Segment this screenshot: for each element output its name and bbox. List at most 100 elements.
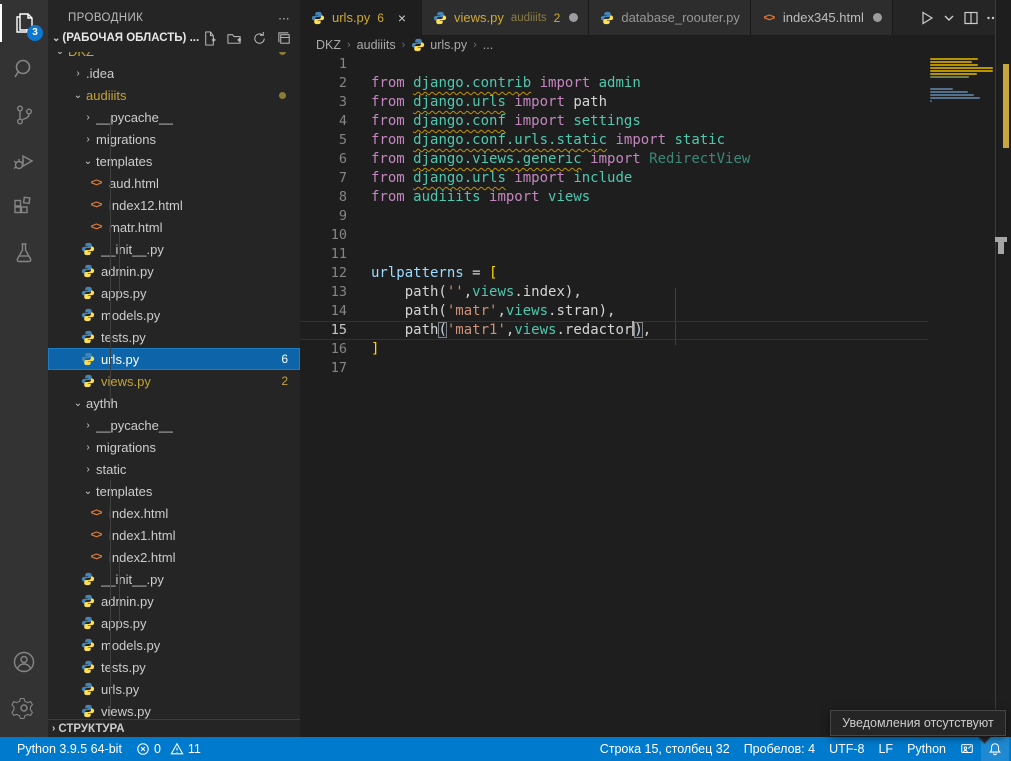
tree-item-label: templates — [96, 484, 152, 499]
breadcrumb[interactable]: DKZ›audiiits›urls.py›... — [300, 35, 1011, 55]
tree-item-label: tests.py — [101, 330, 146, 345]
cursor-position[interactable]: Строка 15, столбец 32 — [593, 737, 737, 761]
new-folder-icon[interactable] — [227, 31, 242, 46]
tree-folder-templates[interactable]: ⌄templates — [48, 150, 300, 172]
tree-file-apps-py[interactable]: apps.py — [48, 612, 300, 634]
activity-run-debug-icon[interactable] — [0, 138, 48, 184]
code-line-14[interactable]: 14 path('matr',views.stran), — [300, 302, 928, 321]
tree-item-label: views.py — [101, 704, 151, 719]
error-icon — [136, 742, 150, 756]
collapse-all-icon[interactable] — [277, 31, 292, 46]
outline-label: СТРУКТУРА — [58, 723, 124, 735]
tree-folder-audiiits[interactable]: ⌄audiiits — [48, 84, 300, 106]
activity-search-icon[interactable] — [0, 46, 48, 92]
code-line-12[interactable]: 12urlpatterns = [ — [300, 264, 928, 283]
python-interpreter[interactable]: Python 3.9.5 64-bit — [10, 737, 129, 761]
code-line-2[interactable]: 2from django.contrib import admin — [300, 74, 928, 93]
eol-setting[interactable]: LF — [871, 737, 900, 761]
language-mode[interactable]: Python — [900, 737, 953, 761]
tree-item-label: index1.html — [109, 528, 175, 543]
tree-file-urls-py[interactable]: urls.py — [48, 678, 300, 700]
tree-file-admin-py[interactable]: admin.py — [48, 260, 300, 282]
tree-folder-aythh[interactable]: ⌄aythh — [48, 392, 300, 414]
tree-file-admin-py[interactable]: admin.py — [48, 590, 300, 612]
tree-file-models-py[interactable]: models.py — [48, 634, 300, 656]
indentation-setting[interactable]: Пробелов: 4 — [737, 737, 822, 761]
minimap[interactable] — [928, 55, 995, 737]
outline-section-header[interactable]: › СТРУКТУРА — [48, 719, 300, 737]
tab-index345-html[interactable]: <>index345.html — [751, 0, 893, 35]
problems-indicator[interactable]: 0 11 — [129, 737, 208, 761]
activity-explorer-icon[interactable]: 3 — [0, 0, 48, 46]
chevron-down-icon: ⌄ — [52, 52, 68, 57]
tab-views-py[interactable]: views.pyaudiiits2 — [422, 0, 589, 35]
code-line-1[interactable]: 1 — [300, 55, 928, 74]
code-line-5[interactable]: 5from django.conf.urls.static import sta… — [300, 131, 928, 150]
tree-file-index-html[interactable]: <>index.html — [48, 502, 300, 524]
breadcrumb-item[interactable]: DKZ — [316, 38, 341, 52]
tree-folder-static[interactable]: ›static — [48, 458, 300, 480]
tree-file-tests-py[interactable]: tests.py — [48, 656, 300, 678]
code-line-16[interactable]: 16] — [300, 340, 928, 359]
activity-account-icon[interactable] — [0, 639, 48, 685]
tree-folder--pycache-[interactable]: ›__pycache__ — [48, 106, 300, 128]
tree-file-views-py[interactable]: views.py — [48, 700, 300, 719]
workspace-section-header[interactable]: ⌄ (РАБОЧАЯ ОБЛАСТЬ) ... — [48, 30, 300, 46]
code-line-9[interactable]: 9 — [300, 207, 928, 226]
tab-database-roouter-py[interactable]: database_roouter.py — [589, 0, 751, 35]
line-number: 8 — [300, 188, 347, 207]
feedback-icon[interactable] — [953, 737, 981, 761]
code-line-17[interactable]: 17 — [300, 359, 928, 378]
tree-file-index12-html[interactable]: <>index12.html — [48, 194, 300, 216]
code-line-11[interactable]: 11 — [300, 245, 928, 264]
tree-file-apps-py[interactable]: apps.py — [48, 282, 300, 304]
tree-file-urls-py[interactable]: urls.py6 — [48, 348, 300, 370]
activity-source-control-icon[interactable] — [0, 92, 48, 138]
activity-testing-icon[interactable] — [0, 230, 48, 276]
tree-file--init-py[interactable]: __init__.py — [48, 238, 300, 260]
tab-urls-py[interactable]: urls.py6× — [300, 0, 422, 35]
tree-file-index2-html[interactable]: <>index2.html — [48, 546, 300, 568]
tree-folder-migrations[interactable]: ›migrations — [48, 436, 300, 458]
activity-settings-icon[interactable] — [0, 685, 48, 731]
code-line-6[interactable]: 6from django.views.generic import Redire… — [300, 150, 928, 169]
html-icon: <> — [91, 177, 102, 189]
close-icon[interactable]: × — [393, 10, 411, 26]
code-line-4[interactable]: 4from django.conf import settings — [300, 112, 928, 131]
breadcrumb-item[interactable]: ... — [483, 38, 493, 52]
tree-file-models-py[interactable]: models.py — [48, 304, 300, 326]
code-line-10[interactable]: 10 — [300, 226, 928, 245]
split-editor-icon[interactable] — [963, 10, 979, 26]
breadcrumb-item[interactable]: urls.py — [430, 38, 467, 52]
code-editor[interactable]: 12from django.contrib import admin3from … — [300, 55, 928, 737]
sidebar-more-icon[interactable]: ⋯ — [278, 11, 290, 25]
tree-item-label: __pycache__ — [96, 418, 173, 433]
tree-folder--idea[interactable]: ›.idea — [48, 62, 300, 84]
code-line-13[interactable]: 13 path('',views.index), — [300, 283, 928, 302]
code-line-3[interactable]: 3from django.urls import path — [300, 93, 928, 112]
tree-file-index1-html[interactable]: <>index1.html — [48, 524, 300, 546]
tree-file--init-py[interactable]: __init__.py — [48, 568, 300, 590]
chevron-down-icon: ⌄ — [70, 398, 86, 409]
tree-folder--pycache-[interactable]: ›__pycache__ — [48, 414, 300, 436]
workspace-label: (РАБОЧАЯ ОБЛАСТЬ) ... — [62, 32, 199, 44]
run-icon[interactable] — [919, 10, 935, 26]
activity-extensions-icon[interactable] — [0, 184, 48, 230]
run-dropdown-icon[interactable] — [941, 10, 957, 26]
tree-folder-dkz[interactable]: ⌄DKZ — [48, 52, 300, 62]
tree-file-aud-html[interactable]: <>aud.html — [48, 172, 300, 194]
tree-file-matr-html[interactable]: <>matr.html — [48, 216, 300, 238]
tree-item-label: audiiits — [86, 88, 126, 103]
code-line-8[interactable]: 8from audiiits import views — [300, 188, 928, 207]
tree-folder-migrations[interactable]: ›migrations — [48, 128, 300, 150]
scrollbar-overview-ruler[interactable] — [995, 0, 1011, 737]
tree-file-views-py[interactable]: views.py2 — [48, 370, 300, 392]
new-file-icon[interactable] — [202, 31, 217, 46]
encoding-setting[interactable]: UTF-8 — [822, 737, 871, 761]
tree-file-tests-py[interactable]: tests.py — [48, 326, 300, 348]
code-line-7[interactable]: 7from django.urls import include — [300, 169, 928, 188]
tree-folder-templates[interactable]: ⌄templates — [48, 480, 300, 502]
breadcrumb-item[interactable]: audiiits — [357, 38, 396, 52]
refresh-icon[interactable] — [252, 31, 267, 46]
code-line-15[interactable]: 15 path('matr1',views.redactor), — [300, 321, 928, 340]
